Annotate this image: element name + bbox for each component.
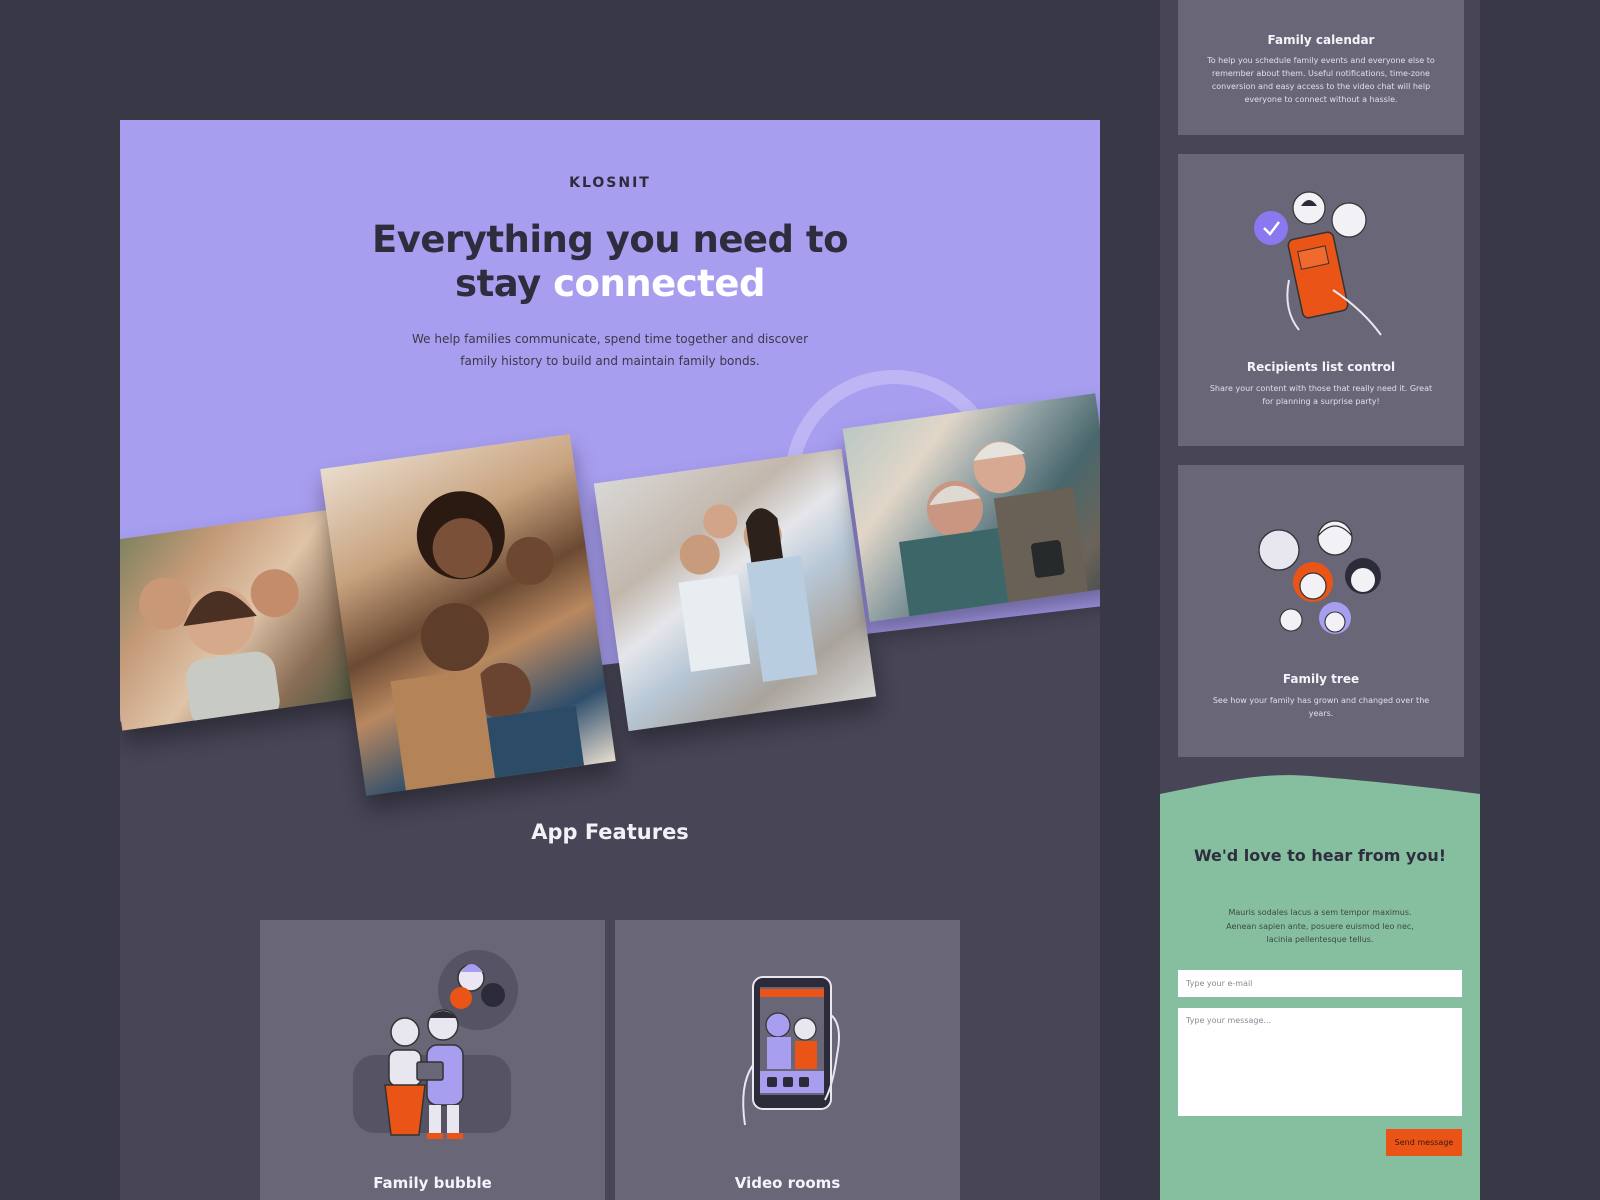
feature-card-recipients[interactable]: Recipients list control Share your conte… bbox=[1178, 154, 1464, 446]
brand-logo[interactable]: KLOSNIT bbox=[120, 175, 1100, 191]
feature-card-family-calendar[interactable]: Family calendar To help you schedule fam… bbox=[1178, 0, 1464, 135]
email-field[interactable] bbox=[1178, 970, 1462, 997]
headline-stay: stay bbox=[455, 262, 541, 305]
section-wave bbox=[1160, 775, 1480, 812]
feature-card-title: Family bubble bbox=[373, 1174, 492, 1192]
family-photo-selfie bbox=[120, 509, 359, 731]
feature-card-title: Family calendar bbox=[1267, 33, 1375, 47]
feature-card-video-rooms[interactable]: Video rooms bbox=[615, 920, 960, 1200]
family-photo-parents-kids bbox=[320, 434, 616, 796]
send-message-button[interactable]: Send message bbox=[1386, 1129, 1462, 1156]
feature-card-family-tree[interactable]: Family tree See how your family has grow… bbox=[1178, 465, 1464, 757]
recipients-illustration bbox=[1251, 190, 1391, 344]
features-title: App Features bbox=[531, 820, 689, 844]
family-tree-illustration bbox=[1251, 520, 1391, 644]
contact-title: We'd love to hear from you! bbox=[1193, 846, 1447, 865]
message-field[interactable] bbox=[1178, 1008, 1462, 1116]
headline-highlight: connected bbox=[545, 262, 775, 309]
feature-card-title: Family tree bbox=[1282, 672, 1360, 686]
feature-card-family-bubble[interactable]: Family bubble bbox=[260, 920, 605, 1200]
feature-card-description: Share your content with those that reall… bbox=[1209, 384, 1433, 406]
video-rooms-illustration bbox=[733, 975, 843, 1139]
feature-card-description: See how your family has grown and change… bbox=[1212, 696, 1430, 718]
contact-description: Mauris sodales lacus a sem tempor maximu… bbox=[1226, 908, 1414, 944]
feature-card-title: Video rooms bbox=[734, 1174, 841, 1192]
family-photo-grandparents bbox=[842, 393, 1100, 622]
feature-card-title: Recipients list control bbox=[1246, 360, 1396, 374]
hero-headline: Everything you need to stay connected bbox=[120, 218, 1100, 309]
contact-page-preview: Family calendar To help you schedule fam… bbox=[1160, 0, 1480, 1200]
feature-card-description: To help you schedule family events and e… bbox=[1207, 56, 1435, 104]
headline-line-1: Everything you need to bbox=[371, 218, 849, 261]
family-bubble-illustration bbox=[343, 950, 523, 1154]
contact-section: We'd love to hear from you! Mauris sodal… bbox=[1160, 775, 1480, 1200]
family-photo-piggyback bbox=[593, 448, 877, 732]
hero-lead: We help families communicate, spend time… bbox=[411, 332, 809, 368]
landing-page-preview: KLOSNIT Everything you need to stay conn… bbox=[120, 120, 1100, 1200]
